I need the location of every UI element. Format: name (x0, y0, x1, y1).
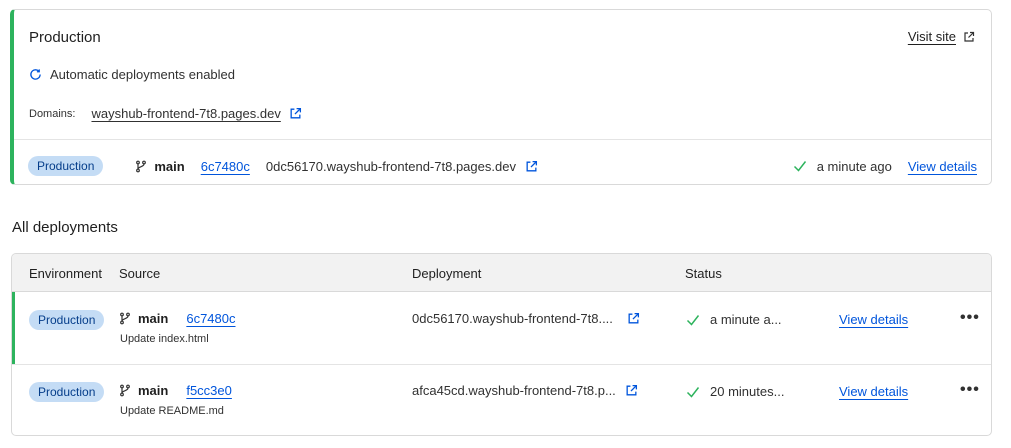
commit-message: Update README.md (120, 405, 224, 417)
deployments-table: Environment Source Deployment Status Pro… (11, 253, 992, 436)
branch: main (119, 383, 168, 398)
external-link-icon (963, 31, 975, 43)
current-production-row: Production main 6c7480c 0dc56170.wayshub… (28, 150, 977, 182)
production-card: Production Visit site Automatic deployme… (10, 9, 992, 185)
production-title: Production (29, 29, 101, 46)
branch-name: main (138, 383, 169, 398)
status-text: a minute a... (710, 312, 782, 327)
branch-name: main (154, 158, 185, 174)
environment-badge: Production (29, 382, 105, 402)
commit-link[interactable]: f5cc3e0 (186, 383, 232, 398)
domains-row: Domains: wayshub-frontend-7t8.pages.dev (29, 106, 302, 121)
refresh-icon (29, 68, 42, 81)
table-header: Environment Source Deployment Status (12, 254, 991, 292)
all-deployments-title: All deployments (12, 219, 118, 236)
branch: main (119, 311, 168, 326)
branch: main (135, 158, 185, 174)
environment-badge: Production (29, 310, 105, 330)
commit-link[interactable]: 6c7480c (186, 311, 235, 326)
auto-deploy-status: Automatic deployments enabled (29, 67, 235, 82)
view-details-link[interactable]: View details (839, 384, 908, 399)
table-row: Production main f5cc3e0 Update README.md… (12, 364, 991, 435)
status-text: 20 minutes... (710, 384, 785, 399)
check-icon (793, 160, 807, 172)
check-icon (686, 314, 700, 326)
deployment-url: afca45cd.wayshub-frontend-7t8.p... (412, 383, 616, 398)
column-header: Status (685, 266, 722, 281)
domain-link[interactable]: wayshub-frontend-7t8.pages.dev (91, 106, 280, 121)
status-time: a minute ago (816, 158, 892, 174)
commit-link[interactable]: 6c7480c (201, 159, 250, 174)
view-details-link[interactable]: View details (839, 312, 908, 327)
environment-badge: Production (28, 156, 104, 176)
column-header: Source (119, 266, 161, 281)
table-row: Production main 6c7480c Update index.htm… (12, 292, 991, 364)
branch-name: main (138, 311, 169, 326)
column-header: Deployment (412, 266, 482, 281)
external-link-icon[interactable] (289, 107, 302, 120)
visit-site-label: Visit site (907, 29, 956, 44)
more-horizontal-icon[interactable]: ••• (960, 309, 980, 327)
more-horizontal-icon[interactable]: ••• (960, 381, 980, 399)
git-branch-icon (119, 312, 131, 325)
column-header: Environment (29, 266, 102, 281)
external-link-icon[interactable] (625, 384, 638, 397)
visit-site-link[interactable]: Visit site (908, 29, 975, 44)
domains-label: Domains: (29, 107, 76, 120)
external-link-icon[interactable] (627, 312, 640, 325)
git-branch-icon (135, 160, 147, 173)
deployment-url: 0dc56170.wayshub-frontend-7t8.pages.dev (265, 158, 516, 174)
commit-message: Update index.html (120, 333, 209, 345)
auto-deploy-text: Automatic deployments enabled (50, 67, 236, 82)
deployment-url: 0dc56170.wayshub-frontend-7t8.... (412, 311, 613, 326)
card-divider (14, 139, 991, 140)
external-link-icon[interactable] (525, 160, 538, 173)
view-details-link[interactable]: View details (908, 159, 977, 174)
git-branch-icon (119, 384, 131, 397)
check-icon (686, 386, 700, 398)
